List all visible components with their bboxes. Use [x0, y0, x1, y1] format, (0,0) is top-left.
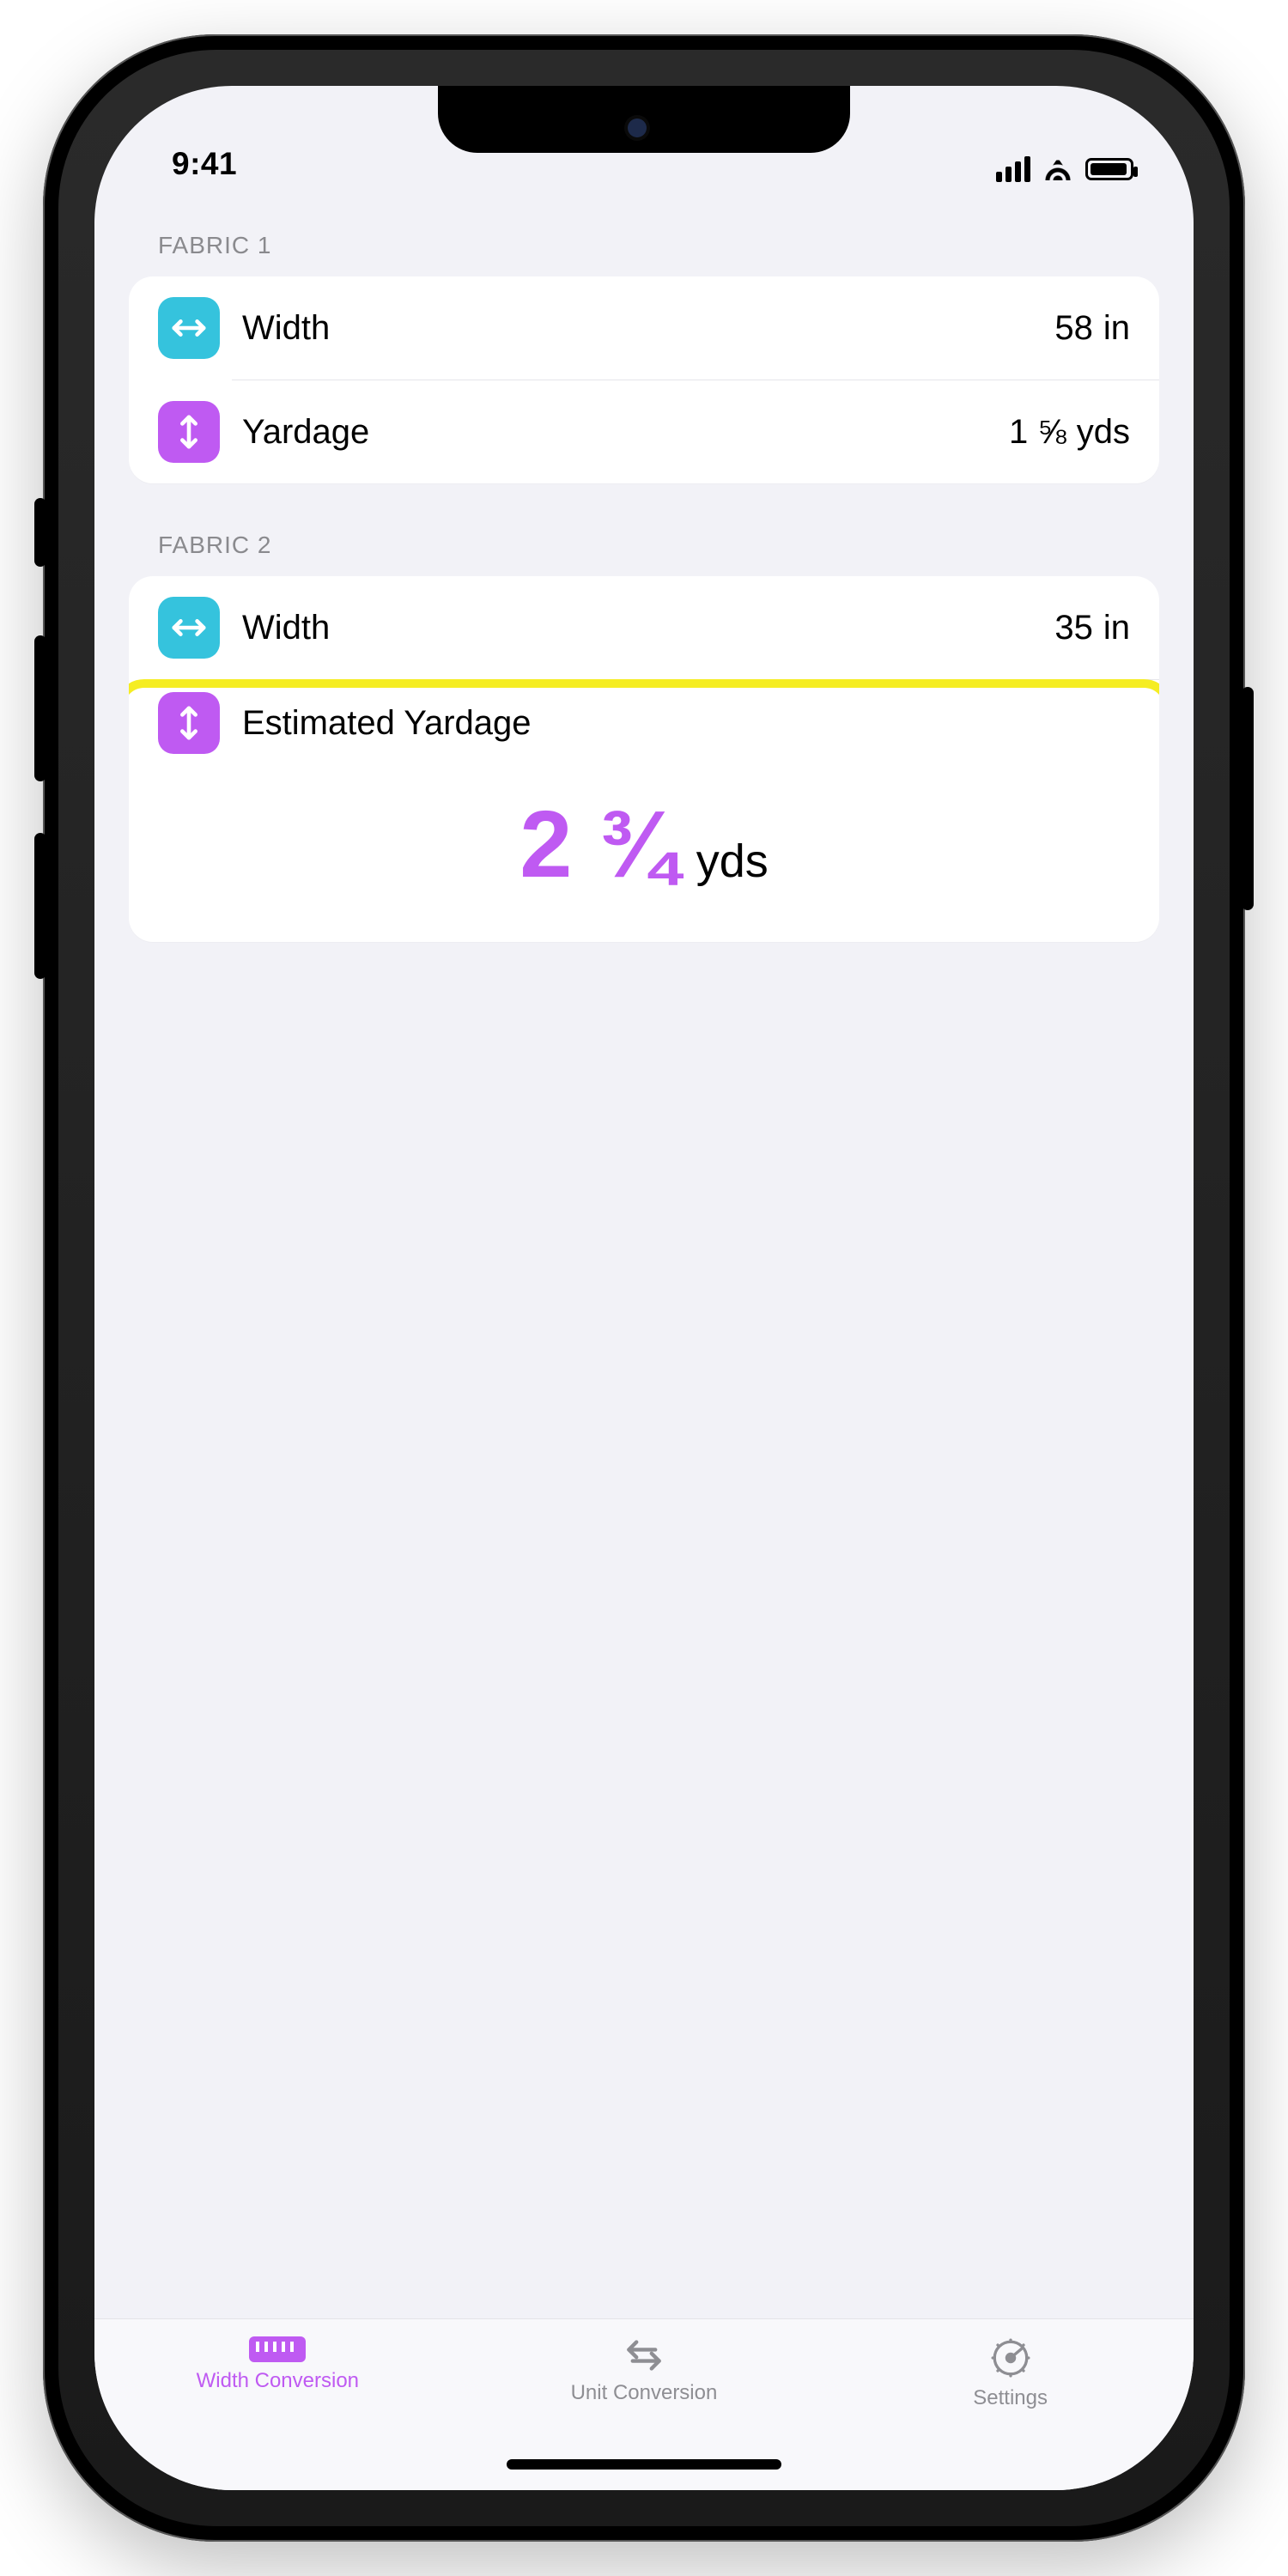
arrows-vertical-icon: [158, 692, 220, 754]
mute-switch: [34, 498, 46, 567]
tab-label-unit: Unit Conversion: [571, 2381, 718, 2405]
status-time: 9:41: [155, 146, 237, 182]
cellular-icon: [996, 156, 1030, 182]
tab-label-settings: Settings: [973, 2386, 1048, 2410]
tab-label-width: Width Conversion: [197, 2369, 359, 2393]
label-fabric2-width: Width: [242, 609, 330, 647]
power-button: [1242, 687, 1254, 910]
label-fabric2-est: Estimated Yardage: [242, 704, 532, 743]
tab-unit-conversion[interactable]: Unit Conversion: [463, 2336, 825, 2405]
unit-fabric1-yardage: yds: [1077, 413, 1130, 452]
screen: 9:41 FABRIC 1: [94, 86, 1194, 2490]
volume-down-button: [34, 833, 46, 979]
value-fabric1-yardage: 1 ⅝: [1009, 413, 1066, 452]
row-fabric2-width[interactable]: Width 35 in: [129, 576, 1159, 679]
row-fabric1-yardage[interactable]: Yardage 1 ⅝ yds: [129, 380, 1159, 483]
notch: [438, 86, 850, 153]
arrows-horizontal-icon: [158, 597, 220, 659]
label-fabric1-yardage: Yardage: [242, 413, 369, 452]
battery-icon: [1085, 158, 1133, 180]
phone-frame: 9:41 FABRIC 1: [43, 34, 1245, 2542]
gear-icon: [989, 2336, 1032, 2379]
value-fabric2-est: 2 ¾: [519, 790, 677, 899]
tab-width-conversion[interactable]: Width Conversion: [96, 2336, 459, 2393]
section-header-fabric1: FABRIC 1: [129, 223, 1159, 276]
content: FABRIC 1 Width 58 in: [94, 197, 1194, 942]
value-fabric2-width: 35: [1054, 609, 1093, 647]
card-fabric2: Width 35 in: [129, 576, 1159, 942]
unit-fabric2-est: yds: [696, 835, 769, 888]
wifi-icon: [1042, 158, 1073, 180]
tab-bar: Width Conversion Unit Conversion: [94, 2318, 1194, 2490]
section-header-fabric2: FABRIC 2: [129, 483, 1159, 576]
swap-arrows-icon: [619, 2336, 669, 2374]
estimated-yardage-result: 2 ¾ yds: [129, 790, 1159, 942]
unit-fabric1-width: in: [1103, 309, 1130, 348]
arrows-vertical-icon: [158, 401, 220, 463]
row-fabric2-est-header: Estimated Yardage: [129, 680, 1159, 766]
arrows-horizontal-icon: [158, 297, 220, 359]
ruler-icon: [249, 2336, 306, 2362]
row-fabric1-width[interactable]: Width 58 in: [129, 276, 1159, 380]
card-fabric1: Width 58 in: [129, 276, 1159, 483]
value-fabric1-width: 58: [1054, 309, 1093, 348]
home-indicator[interactable]: [507, 2459, 781, 2470]
volume-up-button: [34, 635, 46, 781]
tab-settings[interactable]: Settings: [829, 2336, 1191, 2410]
unit-fabric2-width: in: [1103, 609, 1130, 647]
label-fabric1-width: Width: [242, 309, 330, 348]
